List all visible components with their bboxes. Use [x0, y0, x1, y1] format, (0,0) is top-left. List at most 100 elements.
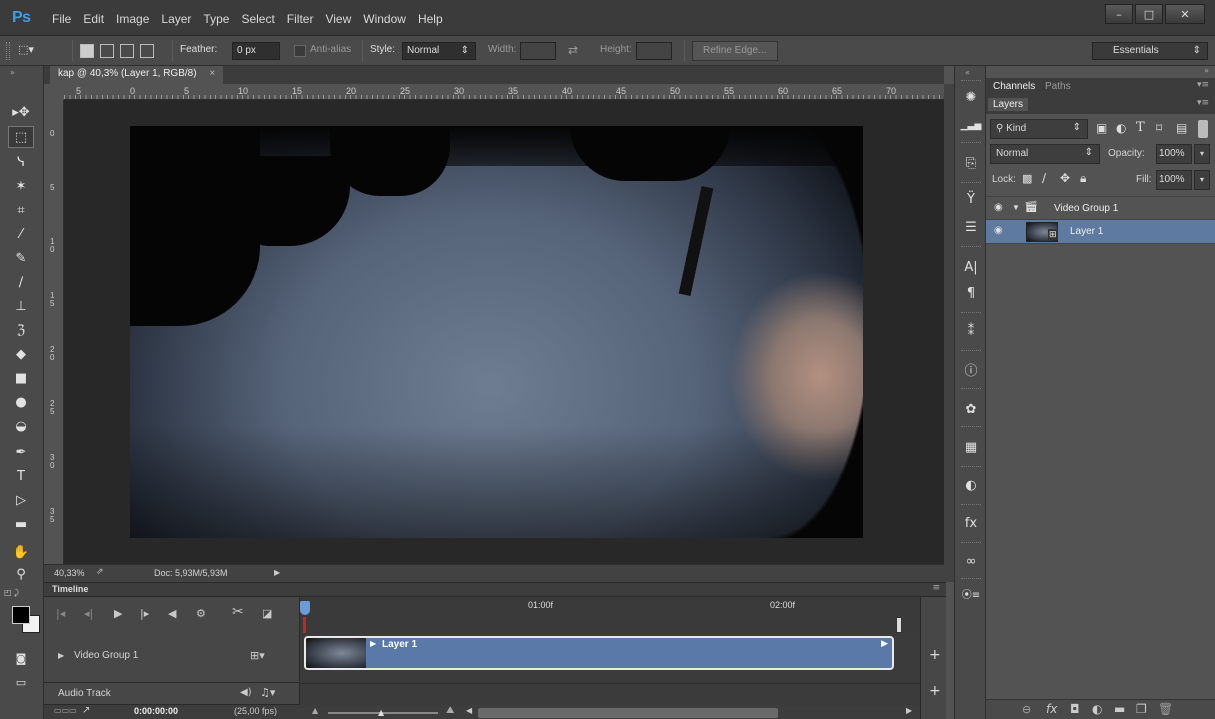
timeline-panel-icon[interactable]: ⦿≡: [960, 586, 982, 606]
tab-channels[interactable]: Channels: [988, 80, 1041, 93]
lock-transparency-icon[interactable]: ▩: [1022, 172, 1032, 185]
tab-paths[interactable]: Paths: [1040, 80, 1076, 93]
hand-tool-icon[interactable]: ✋: [8, 542, 34, 564]
audio-track-lane[interactable]: [300, 683, 920, 705]
width-input[interactable]: [520, 42, 556, 60]
adjustments-icon[interactable]: ◐: [960, 476, 982, 496]
intersect-selection-icon[interactable]: [140, 44, 154, 58]
scroll-left-arrow-icon[interactable]: ◀: [466, 706, 472, 715]
canvas-area[interactable]: [64, 100, 944, 564]
scroll-right-arrow-icon[interactable]: ▶: [906, 706, 912, 715]
color-palette-icon[interactable]: ✿: [960, 400, 982, 420]
lock-brush-icon[interactable]: ∕: [1042, 171, 1046, 185]
brush-tool-icon[interactable]: ∕: [8, 272, 34, 294]
menu-layer[interactable]: Layer: [161, 12, 191, 26]
video-group-track-header[interactable]: ▶ Video Group 1 ⊞▾: [44, 633, 300, 683]
menu-image[interactable]: Image: [116, 12, 149, 26]
quick-mask-icon[interactable]: ◙: [8, 648, 34, 670]
filter-type-icon[interactable]: T: [1136, 120, 1145, 135]
brush-presets-icon[interactable]: Ÿ: [960, 190, 982, 210]
move-tool-icon[interactable]: ▸✥: [8, 102, 34, 124]
menu-view[interactable]: View: [325, 12, 351, 26]
video-clip[interactable]: ▶ Layer 1 ▶: [304, 636, 894, 670]
timeline-ruler[interactable]: 01:00f 02:00f: [300, 597, 920, 633]
delete-layer-trash-icon[interactable]: 🗑︎: [1158, 702, 1173, 716]
history-brush-tool-icon[interactable]: ℨ: [8, 320, 34, 342]
paragraph-icon[interactable]: ¶: [960, 284, 982, 304]
eyedropper-tool-icon[interactable]: ⁄: [8, 224, 34, 246]
new-adjustment-layer-icon[interactable]: ◐: [1092, 702, 1102, 716]
navigator-icon[interactable]: ✺: [960, 88, 982, 108]
work-area-end-handle[interactable]: [896, 617, 902, 633]
timeline-scroll-thumb[interactable]: [478, 708, 778, 718]
speaker-icon[interactable]: ◀): [240, 687, 252, 698]
split-scissors-icon[interactable]: ✂: [232, 604, 244, 620]
tab-layers[interactable]: Layers: [988, 98, 1029, 111]
settings-gear-icon[interactable]: ⚙: [196, 607, 206, 620]
foreground-color-swatch[interactable]: [12, 606, 30, 624]
healing-brush-tool-icon[interactable]: ✎: [8, 248, 34, 270]
lock-position-icon[interactable]: ✥: [1060, 171, 1070, 185]
filter-toggle[interactable]: [1198, 120, 1208, 138]
transition-icon[interactable]: ◪: [262, 607, 272, 620]
zoom-tool-icon[interactable]: ⚲: [8, 564, 34, 586]
new-selection-icon[interactable]: [80, 44, 94, 58]
play-icon[interactable]: ▶: [114, 607, 122, 620]
new-layer-icon[interactable]: ❐: [1136, 702, 1147, 716]
visibility-eye-icon[interactable]: ◉: [994, 225, 1003, 236]
group-collapse-arrow-icon[interactable]: ▼: [1012, 203, 1020, 212]
film-strip-icon[interactable]: ⊞▾: [250, 649, 265, 662]
creative-cloud-icon[interactable]: ∞: [960, 552, 982, 572]
character-styles-icon[interactable]: ⁑: [960, 322, 982, 342]
filter-smart-object-icon[interactable]: ▤: [1176, 121, 1187, 135]
previous-frame-icon[interactable]: ◂|: [84, 607, 93, 620]
zoom-out-mountain-icon[interactable]: ▲: [312, 706, 318, 715]
menu-edit[interactable]: Edit: [83, 12, 104, 26]
layer-row-layer-1[interactable]: ◉ ⊞ Layer 1: [986, 220, 1215, 244]
lasso-tool-icon[interactable]: ᓭ: [8, 152, 34, 174]
current-timecode[interactable]: 0:00:00:00: [134, 706, 178, 716]
layer-filter-kind-select[interactable]: ⚲ Kind ⇕: [990, 119, 1088, 139]
crop-tool-icon[interactable]: ⌗: [8, 200, 34, 222]
workspace-select[interactable]: Essentials ⇕: [1092, 42, 1208, 60]
layer-style-fx-icon[interactable]: fx: [1046, 702, 1057, 716]
brush-settings-icon[interactable]: ☰: [960, 218, 982, 238]
collapse-icon[interactable]: »: [10, 68, 15, 77]
menu-file[interactable]: File: [52, 12, 71, 26]
zoom-slider-thumb[interactable]: ▲: [378, 708, 384, 717]
playhead-icon[interactable]: [300, 601, 310, 615]
eraser-tool-icon[interactable]: ◆: [8, 344, 34, 366]
zoom-in-mountain-icon[interactable]: ⛰: [446, 705, 454, 716]
next-frame-icon[interactable]: |▸: [140, 607, 149, 620]
clip-options-icon[interactable]: ▶: [881, 639, 888, 649]
audio-track-header[interactable]: Audio Track ◀) ♫▾: [44, 683, 300, 705]
magic-wand-tool-icon[interactable]: ✶: [8, 176, 34, 198]
menu-help[interactable]: Help: [418, 12, 443, 26]
height-input[interactable]: [636, 42, 672, 60]
filter-shape-icon[interactable]: ⌑: [1156, 121, 1162, 135]
fill-input[interactable]: 100%: [1156, 170, 1192, 190]
panel-menu-icon[interactable]: ▾≡: [1197, 98, 1209, 108]
gradient-tool-icon[interactable]: ■: [8, 368, 34, 390]
collapse-icon[interactable]: «: [965, 68, 970, 77]
document-tab-close[interactable]: ×: [209, 68, 215, 79]
menu-window[interactable]: Window: [363, 12, 406, 26]
add-mask-icon[interactable]: ◘: [1070, 702, 1080, 716]
expand-arrow-icon[interactable]: ▶: [58, 651, 64, 660]
antialias-checkbox[interactable]: [294, 45, 306, 57]
filter-adjustment-icon[interactable]: ◐: [1116, 121, 1126, 135]
layer-row-video-group[interactable]: ◉ ▼ 🎬︎ Video Group 1: [986, 196, 1215, 220]
visibility-eye-icon[interactable]: ◉: [994, 202, 1003, 213]
expand-icon[interactable]: »: [1204, 66, 1209, 75]
lock-all-icon[interactable]: 🔒︎: [1080, 171, 1086, 186]
shape-tool-icon[interactable]: ▬: [8, 514, 34, 536]
link-layers-icon[interactable]: ⊖: [1022, 703, 1031, 716]
opacity-dropdown-icon[interactable]: ▾: [1194, 144, 1210, 164]
fill-dropdown-icon[interactable]: ▾: [1194, 170, 1210, 190]
go-to-first-frame-icon[interactable]: |◂: [56, 607, 65, 620]
add-media-plus-icon[interactable]: +: [929, 647, 941, 663]
opacity-input[interactable]: 100%: [1156, 144, 1192, 164]
swap-icon[interactable]: ⇄: [568, 43, 578, 57]
path-selection-tool-icon[interactable]: ▷: [8, 490, 34, 512]
refine-edge-button[interactable]: Refine Edge...: [692, 41, 778, 61]
